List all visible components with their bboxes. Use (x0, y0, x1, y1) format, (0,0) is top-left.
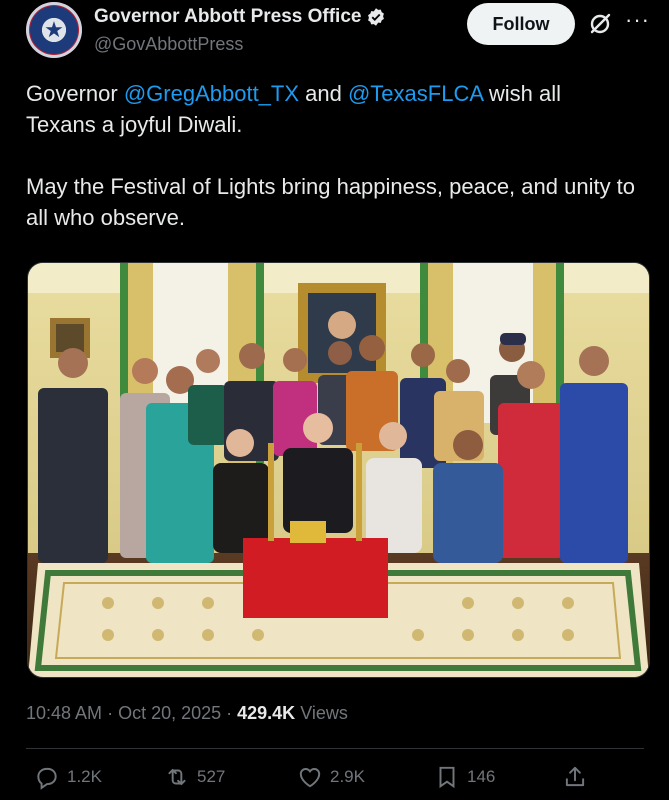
reply-count: 1.2K (67, 767, 102, 786)
group-photo-illustration (28, 263, 649, 677)
views-count: 429.4K (237, 703, 296, 723)
author-avatar[interactable]: ★ (26, 2, 82, 58)
post-text-prefix: Governor (26, 81, 124, 106)
like-icon (299, 768, 321, 788)
post-paragraph-1: Governor @GregAbbott_TX and @TexasFLCA w… (26, 78, 636, 140)
author-name-row: Governor Abbott Press Office (94, 6, 386, 28)
share-icon (565, 766, 585, 787)
post-time[interactable]: 10:48 AM (26, 703, 102, 723)
views-label: Views (295, 703, 348, 723)
repost-count: 527 (197, 767, 226, 786)
author-handle[interactable]: @GovAbbottPress (94, 34, 243, 55)
more-icon[interactable]: ··· (625, 8, 649, 32)
repost-icon (168, 768, 186, 786)
mention-gregabbott[interactable]: @GregAbbott_TX (124, 81, 299, 106)
meta-separator: · (221, 703, 238, 723)
author-name[interactable]: Governor Abbott Press Office (94, 6, 361, 28)
post-meta: 10:48 AM · Oct 20, 2025 · 429.4K Views (26, 703, 348, 724)
repost-button[interactable]: 527 (164, 764, 225, 790)
divider (26, 748, 644, 749)
follow-button[interactable]: Follow (467, 3, 575, 45)
bookmark-button[interactable]: 146 (434, 764, 495, 790)
star-icon: ★ (44, 17, 64, 42)
reply-button[interactable]: 1.2K (34, 764, 102, 790)
grok-icon[interactable] (588, 12, 612, 36)
post-paragraph-2: May the Festival of Lights bring happine… (26, 174, 636, 230)
post-photo[interactable] (27, 262, 650, 678)
bookmark-icon (439, 766, 455, 789)
post-date[interactable]: Oct 20, 2025 (118, 703, 221, 723)
bookmark-count: 146 (467, 767, 496, 786)
meta-separator: · (102, 703, 119, 723)
post-text-mid: and (299, 81, 348, 106)
reply-icon (37, 767, 57, 790)
verified-icon (368, 8, 385, 26)
action-bar: 1.2K 527 2.9K 146 (0, 764, 669, 800)
post-header: ★ Governor Abbott Press Office @GovAbbot… (0, 0, 669, 68)
like-count: 2.9K (330, 767, 365, 786)
post-text: Governor @GregAbbott_TX and @TexasFLCA w… (26, 78, 636, 264)
mention-texasflca[interactable]: @TexasFLCA (348, 81, 483, 106)
like-button[interactable]: 2.9K (297, 764, 365, 790)
share-button[interactable] (562, 764, 595, 790)
